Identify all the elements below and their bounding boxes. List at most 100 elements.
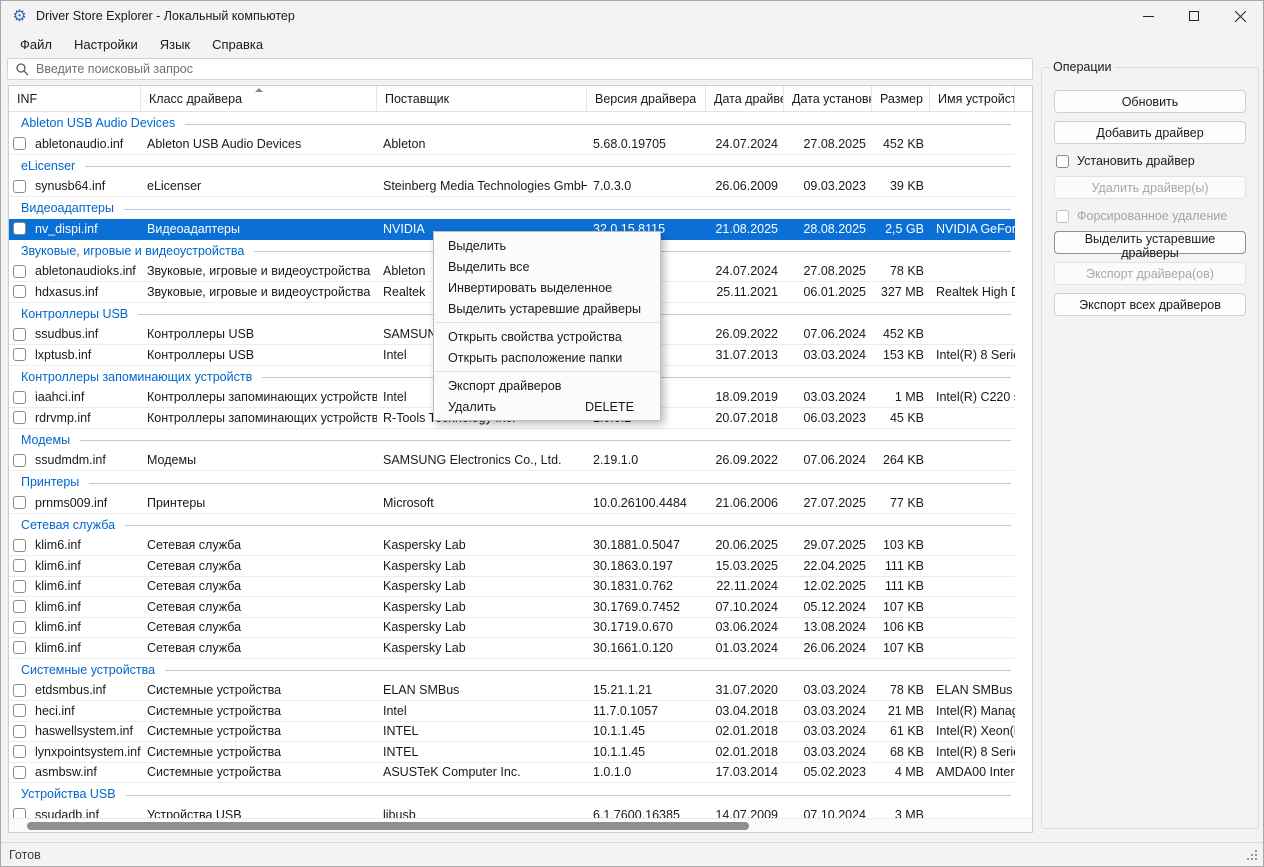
row-checkbox[interactable] (13, 454, 26, 467)
row-checkbox[interactable] (13, 137, 26, 150)
title-bar: ⚙ Driver Store Explorer - Локальный комп… (1, 1, 1263, 31)
app-window: ⚙ Driver Store Explorer - Локальный комп… (0, 0, 1264, 867)
column-header-driver_date[interactable]: Дата драйвера (706, 86, 784, 111)
table-row[interactable]: abletonaudio.infAbleton USB Audio Device… (9, 134, 1015, 155)
context-menu-item-select-all[interactable]: Выделить все (434, 256, 660, 277)
cell-driver_date: 31.07.2013 (706, 345, 784, 365)
table-row[interactable]: ssudadb.infУстройства USBlibusb6.1.7600.… (9, 805, 1015, 818)
context-menu-item-select[interactable]: Выделить (434, 235, 660, 256)
table-row[interactable]: synusb64.infeLicenserSteinberg Media Tec… (9, 177, 1015, 198)
horizontal-scrollbar-thumb[interactable] (27, 822, 749, 830)
row-checkbox[interactable] (13, 580, 26, 593)
select-outdated-button[interactable]: Выделить устаревшие драйверы (1054, 231, 1246, 254)
row-checkbox[interactable] (13, 328, 26, 341)
menu-item-file[interactable]: Файл (9, 32, 63, 57)
cell-version: 2.19.1.0 (587, 451, 706, 471)
menu-item-help[interactable]: Справка (201, 32, 274, 57)
cell-install_date: 03.03.2024 (784, 742, 872, 762)
cell-driver_class: Принтеры (141, 493, 377, 513)
force-delete-checkbox-row[interactable]: Форсированное удаление (1056, 209, 1246, 223)
cell-vendor: INTEL (377, 722, 587, 742)
row-checkbox[interactable] (13, 621, 26, 634)
context-menu-item-export-drivers[interactable]: Экспорт драйверов (434, 375, 660, 396)
cell-version: 7.0.3.0 (587, 177, 706, 197)
row-checkbox[interactable] (13, 559, 26, 572)
force-delete-checkbox[interactable] (1056, 210, 1069, 223)
table-row[interactable]: klim6.infСетевая службаKaspersky Lab30.1… (9, 618, 1015, 639)
table-row[interactable]: lynxpointsystem.infСистемные устройстваI… (9, 742, 1015, 763)
table-row[interactable]: klim6.infСетевая службаKaspersky Lab30.1… (9, 556, 1015, 577)
install-driver-checkbox-row[interactable]: Установить драйвер (1056, 154, 1246, 168)
table-row[interactable]: etdsmbus.infСистемные устройстваELAN SMB… (9, 681, 1015, 702)
cell-device (930, 597, 1015, 617)
column-header-inf[interactable]: INF (9, 86, 141, 111)
delete-driver-button[interactable]: Удалить драйвер(ы) (1054, 176, 1246, 199)
row-checkbox[interactable] (13, 180, 26, 193)
install-driver-checkbox[interactable] (1056, 155, 1069, 168)
row-checkbox[interactable] (13, 411, 26, 424)
search-input[interactable] (36, 62, 1024, 76)
context-menu-item-select-outdated[interactable]: Выделить устаревшие драйверы (434, 298, 660, 319)
row-checkbox[interactable] (13, 222, 26, 235)
cell-device (930, 408, 1015, 428)
menu-item-language[interactable]: Язык (149, 32, 201, 57)
refresh-button[interactable]: Обновить (1054, 90, 1246, 113)
table-row[interactable]: asmbsw.infСистемные устройстваASUSTeK Co… (9, 763, 1015, 784)
column-header-device[interactable]: Имя устройства (930, 86, 1015, 111)
row-checkbox[interactable] (13, 684, 26, 697)
row-checkbox[interactable] (13, 704, 26, 717)
horizontal-scrollbar[interactable] (9, 818, 1032, 832)
context-menu-item-open-folder[interactable]: Открыть расположение папки (434, 347, 660, 368)
table-row[interactable]: klim6.infСетевая службаKaspersky Lab30.1… (9, 536, 1015, 557)
row-checkbox[interactable] (13, 641, 26, 654)
export-all-drivers-button[interactable]: Экспорт всех драйверов (1054, 293, 1246, 316)
row-checkbox[interactable] (13, 808, 26, 818)
group-header: Системные устройства (9, 659, 1015, 681)
cell-install_date: 27.07.2025 (784, 493, 872, 513)
row-checkbox[interactable] (13, 745, 26, 758)
column-header-version[interactable]: Версия драйвера (587, 86, 706, 111)
cell-install_date: 03.03.2024 (784, 345, 872, 365)
row-checkbox[interactable] (13, 285, 26, 298)
row-checkbox[interactable] (13, 766, 26, 779)
cell-size: 4 MB (872, 763, 930, 783)
cell-inf: etdsmbus.inf (9, 681, 141, 701)
row-checkbox[interactable] (13, 496, 26, 509)
table-row[interactable]: klim6.infСетевая службаKaspersky Lab30.1… (9, 597, 1015, 618)
row-checkbox[interactable] (13, 539, 26, 552)
group-label: Ableton USB Audio Devices (21, 116, 175, 130)
table-row[interactable]: heci.infСистемные устройстваIntel11.7.0.… (9, 701, 1015, 722)
row-checkbox[interactable] (13, 265, 26, 278)
column-header-vendor[interactable]: Поставщик (377, 86, 587, 111)
table-row[interactable]: ssudmdm.infМодемыSAMSUNG Electronics Co.… (9, 451, 1015, 472)
context-menu-item-invert-selection[interactable]: Инвертировать выделенное (434, 277, 660, 298)
column-header-install_date[interactable]: Дата установки (784, 86, 872, 111)
row-checkbox[interactable] (13, 348, 26, 361)
cell-driver_date: 15.03.2025 (706, 556, 784, 576)
close-button[interactable] (1217, 1, 1263, 31)
window-title: Driver Store Explorer - Локальный компью… (36, 9, 295, 23)
cell-version: 10.1.1.45 (587, 722, 706, 742)
cell-device (930, 493, 1015, 513)
context-menu-item-device-properties[interactable]: Открыть свойства устройства (434, 326, 660, 347)
column-header-driver_class[interactable]: Класс драйвера (141, 86, 377, 111)
group-line (85, 166, 1011, 167)
row-checkbox[interactable] (13, 600, 26, 613)
table-row[interactable]: haswellsystem.infСистемные устройстваINT… (9, 722, 1015, 743)
maximize-button[interactable] (1171, 1, 1217, 31)
menu-item-settings[interactable]: Настройки (63, 32, 149, 57)
search-bar (7, 58, 1033, 80)
row-checkbox[interactable] (13, 391, 26, 404)
table-row[interactable]: prnms009.infПринтерыMicrosoft10.0.26100.… (9, 493, 1015, 514)
column-header-size[interactable]: Размер (872, 86, 930, 111)
export-driver-button[interactable]: Экспорт драйвера(ов) (1054, 262, 1246, 285)
row-checkbox[interactable] (13, 725, 26, 738)
minimize-button[interactable] (1125, 1, 1171, 31)
cell-size: 61 KB (872, 722, 930, 742)
context-menu-item-delete[interactable]: УдалитьDELETE (434, 396, 660, 417)
resize-grip[interactable] (1255, 858, 1257, 860)
table-row[interactable]: klim6.infСетевая службаKaspersky Lab30.1… (9, 577, 1015, 598)
cell-install_date: 05.12.2024 (784, 597, 872, 617)
table-row[interactable]: klim6.infСетевая службаKaspersky Lab30.1… (9, 638, 1015, 659)
add-driver-button[interactable]: Добавить драйвер (1054, 121, 1246, 144)
